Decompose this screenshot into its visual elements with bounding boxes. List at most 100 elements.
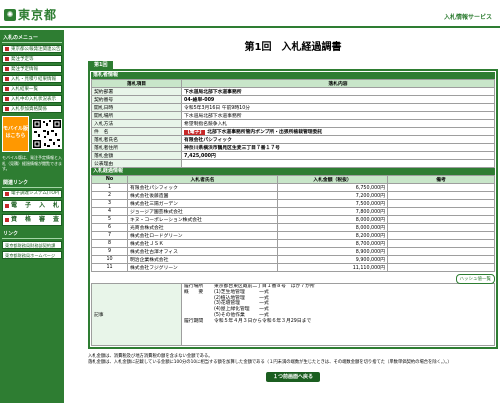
winner-row-key: 件 名 [91, 127, 182, 136]
link-contract-section[interactable]: 東京都財務局財務部契約課 [2, 240, 62, 249]
service-name: 入札情報サービス [443, 14, 492, 21]
bidder-name: 有限会社パシフィック [127, 183, 278, 192]
bidder-amount: 8,700,000円 [277, 239, 388, 248]
hash-list-button[interactable]: ハッシュ値一覧 [455, 274, 495, 284]
remark-line: 履行期間 令和５年４月３日から令和６年３月29日まで [184, 319, 492, 325]
bidder-name: ジョージア園芸株式会社 [127, 207, 278, 216]
bidder-note [387, 255, 495, 264]
remarks-key: 記事 [91, 283, 182, 346]
winner-row-key: 契約番号 [91, 95, 182, 104]
bidder-amount: 8,200,000円 [277, 231, 388, 240]
notes: 入札金額は、消費税及び地方消費税の額を含まない金額である。 落札金額は、入札金額… [88, 354, 498, 366]
mobile-section: モバイル版 はこちら [2, 116, 62, 152]
winner-section-heading: 落札者情報 [91, 72, 495, 79]
winner-row-value: 令和5年3月16日 午前9時10分 [181, 103, 495, 112]
sidebar-item-qualification-review[interactable]: 資 格 審 査 [2, 213, 62, 226]
winner-row-text: 下水道局北部下水道事務所 [184, 114, 242, 119]
winner-row-text: 神奈川県横浜市鶴見区生麦三丁目７番１７号 [184, 146, 280, 151]
bullet-icon [5, 47, 9, 51]
bidders-col-name: 入札者氏名 [127, 175, 278, 184]
winner-row-text: 有限会社パシフィック [184, 138, 232, 143]
bidder-row: 6 光商会株式会社 8,000,000円 [91, 223, 495, 232]
bidder-amount: 11,110,000円 [277, 263, 388, 272]
bidder-row: 7 株式会社ロードグリーン 8,200,000円 [91, 231, 495, 240]
bidder-no: 3 [91, 199, 128, 208]
bidder-note [387, 263, 495, 272]
sidebar-item-e-procurement[interactable]: 電子調達システム(TOP) [2, 189, 62, 198]
bidder-name: 株式会社ロードグリーン [127, 231, 278, 240]
sidebar-item-bid-status[interactable]: 入札中の入札状況表示 [2, 95, 62, 103]
bidder-row: 9 株式会社古澤オフィス 8,900,000円 [91, 247, 495, 256]
sidebar-item-qualification[interactable]: 入札参加資格関係 [2, 105, 62, 113]
mobile-sub: はこちら [5, 133, 26, 139]
bidder-amount: 8,900,000円 [277, 247, 388, 256]
winner-row-text: 7,425,000円 [184, 154, 216, 159]
sidebar: 入札のメニュー 東京都公報発注関連公告 発注予定等 発注予定情報 入札・見積り結… [0, 30, 64, 403]
winner-row-text: 04-維単-009 [184, 98, 215, 103]
sidebar-item-bid-results-info[interactable]: 入札・見積り結果情報 [2, 75, 62, 83]
bullet-icon [5, 97, 9, 101]
back-button[interactable]: １つ前画面へ戻る [266, 372, 320, 382]
mobile-version-button[interactable]: モバイル版 はこちら [2, 116, 29, 152]
bidder-name: 明治企業株式会社 [127, 255, 278, 264]
bidder-note [387, 247, 495, 256]
bidder-no: 2 [91, 191, 128, 200]
winner-row-key: 落札者氏名 [91, 135, 182, 144]
winner-row-value: 希望制指名競争入札 [181, 119, 495, 128]
winner-row-text: 希望制指名競争入札 [184, 122, 228, 127]
winner-row-key: 開札場所 [91, 111, 182, 120]
bidder-no: 9 [91, 247, 128, 256]
sidebar-item-order-plan-info[interactable]: 発注予定情報 [2, 65, 62, 73]
logo-text: 東京都 [18, 8, 58, 22]
winner-row-value: 下水道局北部下水道事務所 [181, 87, 495, 96]
bidder-amount: 8,000,000円 [277, 223, 388, 232]
bidders-col-note: 備考 [387, 175, 495, 184]
mobile-note: モバイル版は、発注予定情報と入札（見積）経過情報が閲覧できます。 [2, 155, 62, 171]
bullet-icon [5, 57, 9, 61]
winner-row-value: 【電子】 北部下水道事務所管内ポンプ所・出張所植栽管理委託 [181, 127, 495, 136]
page-header: ✺ 東京都 入札情報サービス [0, 0, 500, 28]
bidder-note [387, 239, 495, 248]
tab-round-1[interactable]: 第1回 [88, 61, 114, 69]
link-finance-bureau[interactable]: 東京都財務局ホームページ [2, 250, 62, 259]
tokyo-emblem-icon: ✺ [4, 8, 16, 21]
bidder-note [387, 191, 495, 200]
winner-row-value: 04-維単-009 [181, 95, 495, 104]
tokyo-logo[interactable]: ✺ 東京都 [4, 6, 57, 23]
winner-row: 公表理由 [91, 159, 495, 168]
winner-row-value: 7,425,000円 [181, 151, 495, 160]
sidebar-item-bid-results-list[interactable]: 入札結果一覧 [2, 85, 62, 93]
bullet-icon [5, 87, 9, 91]
winner-row: 開札日時 令和5年3月16日 午前9時10分 [91, 103, 495, 112]
bidder-no: 1 [91, 183, 128, 192]
winner-row: 落札金額 7,425,000円 [91, 151, 495, 160]
page-title: 第1回 入札経過調書 [244, 42, 342, 53]
sidebar-item-e-bidding[interactable]: 電 子 入 札 [2, 199, 62, 212]
bidder-row: 10 明治企業株式会社 9,900,000円 [91, 255, 495, 264]
bidder-no: 5 [91, 215, 128, 224]
bidder-note [387, 207, 495, 216]
winner-row: 件 名【電子】 北部下水道事務所管内ポンプ所・出張所植栽管理委託 [91, 127, 495, 136]
winner-row-text: 下水道局北部下水道事務所 [184, 90, 242, 95]
sidebar-menu-heading: 入札のメニュー [2, 32, 62, 43]
winner-row: 契約部署 下水道局北部下水道事務所 [91, 87, 495, 96]
winner-row: 落札者氏名 有限会社パシフィック [91, 135, 495, 144]
bidder-no: 4 [91, 207, 128, 216]
winner-row: 落札者住所 神奈川県横浜市鶴見区生麦三丁目７番１７号 [91, 143, 495, 152]
main-content: 第1回 入札経過調書 第1回 落札者情報 落札項目 落札内容 契約部署 下水道局北… [88, 30, 498, 382]
sidebar-links-heading-2: リンク [2, 228, 62, 239]
bidders-col-amount: 入札金額（税抜） [277, 175, 388, 184]
bidder-amount: 7,200,000円 [277, 191, 388, 200]
bidders-col-no: No [91, 175, 128, 184]
winner-row-key: 落札者住所 [91, 143, 182, 152]
bidders-table: No 入札者氏名 入札金額（税抜） 備考 1 有限会社パシフィック 6,750,00… [91, 175, 495, 272]
winner-row-key: 開札日時 [91, 103, 182, 112]
sidebar-item-public-notice[interactable]: 東京都公報発注関連公告 [2, 45, 62, 53]
winner-row-text: 令和5年3月16日 午前9時10分 [184, 106, 251, 111]
sidebar-item-order-plan[interactable]: 発注予定等 [2, 55, 62, 63]
bidder-row: 11 株式会社フジグリーン 11,110,000円 [91, 263, 495, 272]
winner-row: 入札方法 希望制指名競争入札 [91, 119, 495, 128]
bidder-name: 株式会社フジグリーン [127, 263, 278, 272]
bidder-note [387, 231, 495, 240]
electronic-tag: 【電子】 [184, 130, 206, 135]
